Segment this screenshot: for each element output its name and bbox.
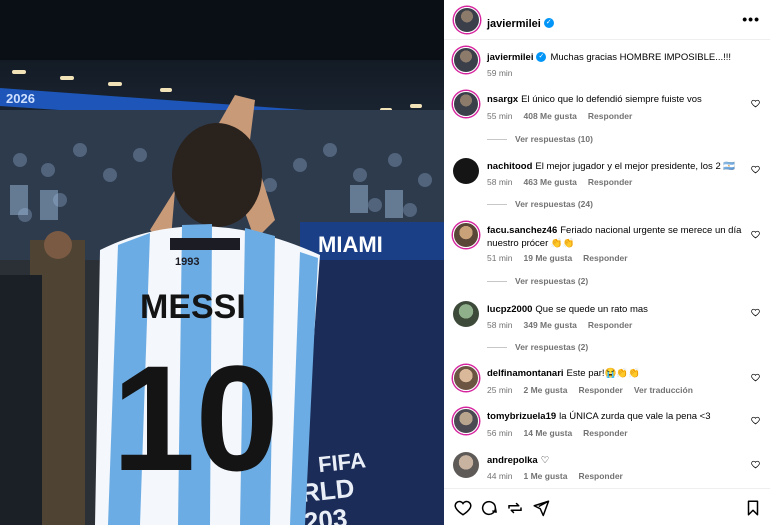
comment-body: nsargx El único que lo defendió siempre f… [487, 93, 745, 106]
comment-username[interactable]: facu.sanchez46 [487, 225, 557, 236]
comment-username[interactable]: andrepolka [487, 455, 538, 466]
reply-button[interactable]: Responder [588, 177, 632, 187]
more-options-icon[interactable]: ••• [742, 11, 760, 27]
reply-button[interactable]: Responder [588, 111, 632, 121]
post-header: javiermilei ✓ ••• [444, 0, 770, 40]
floor-text-3: 203 [303, 503, 349, 525]
reply-button[interactable]: Responder [578, 471, 622, 481]
comment-likes[interactable]: 349 Me gusta [524, 320, 577, 330]
bookmark-icon[interactable] [744, 499, 762, 517]
comment-body: tomybrizuela19 la ÚNICA zurda que vale la… [487, 410, 745, 423]
view-replies-button[interactable]: Ver respuestas (24) [487, 199, 593, 209]
comment-likes[interactable]: 14 Me gusta [524, 428, 573, 438]
comment-time: 55 min [487, 111, 513, 121]
comment-text: El único que lo defendió siempre fuiste … [521, 94, 702, 105]
post-actions-bar [444, 488, 770, 525]
caption-text: Muchas gracias HOMBRE IMPOSIBLE...!!! [550, 52, 732, 63]
share-icon[interactable] [506, 499, 524, 517]
caption-avatar[interactable] [453, 47, 479, 73]
comment-time: 25 min [487, 385, 513, 395]
comment-text: ♡ [540, 455, 550, 466]
caption-body: javiermilei ✓ Muchas gracias HOMBRE IMPOSI… [487, 51, 745, 64]
jersey-year: 1993 [175, 256, 199, 268]
stadium-sign: MIAMI [318, 232, 383, 257]
comment-text: la ÚNICA zurda que vale la pena <3 [559, 411, 711, 422]
comment-time: 51 min [487, 253, 513, 263]
view-replies-button[interactable]: Ver respuestas (10) [487, 134, 593, 144]
caption-meta: 59 min [487, 68, 524, 78]
comment-text: Que se quede un rato mas [535, 304, 648, 315]
comment-username[interactable]: lucpz2000 [487, 304, 532, 315]
floor-text-1: FIFA [317, 447, 367, 477]
comment-body: andrepolka ♡ [487, 454, 745, 467]
comment-username[interactable]: nsargx [487, 94, 518, 105]
comment-time: 44 min [487, 471, 513, 481]
comment-body: lucpz2000 Que se quede un rato mas [487, 303, 745, 316]
comment-meta: 55 min 408 Me gusta Responder [487, 111, 643, 121]
commenter-avatar[interactable] [453, 408, 479, 434]
comment-meta: 56 min 14 Me gusta Responder [487, 428, 639, 438]
comment-time: 56 min [487, 428, 513, 438]
banner-year: 2026 [6, 91, 35, 106]
comment-body: nachitood El mejor jugador y el mejor pre… [487, 160, 745, 173]
reply-button[interactable]: Responder [588, 320, 632, 330]
commenter-avatar[interactable] [453, 452, 479, 478]
comment-meta: 25 min 2 Me gusta Responder Ver traducción [487, 385, 704, 395]
comment-likes[interactable]: 463 Me gusta [524, 177, 577, 187]
commenter-avatar[interactable] [453, 158, 479, 184]
view-replies-button[interactable]: Ver respuestas (2) [487, 276, 588, 286]
comment-likes[interactable]: 408 Me gusta [524, 111, 577, 121]
messi-celebration-image: 2026 MIAMI FIFA RLD 203 1993 MESSI 10 [0, 0, 444, 525]
caption-time: 59 min [487, 68, 513, 78]
comment-meta: 51 min 19 Me gusta Responder [487, 253, 639, 263]
like-comment-heart-icon[interactable] [751, 308, 760, 317]
verified-badge-icon: ✓ [543, 17, 554, 28]
jersey-number: 10 [112, 334, 279, 502]
comment-text: Este par!😭👏👏 [566, 368, 641, 379]
comment-username[interactable]: nachitood [487, 161, 532, 172]
comment-likes[interactable]: 2 Me gusta [524, 385, 568, 395]
commenter-avatar[interactable] [453, 91, 479, 117]
like-comment-heart-icon[interactable] [751, 460, 760, 469]
heart-icon[interactable] [454, 499, 472, 517]
comment-body: delfinamontanari Este par!😭👏👏 [487, 367, 745, 380]
comment-meta: 58 min 349 Me gusta Responder [487, 320, 643, 330]
like-comment-heart-icon[interactable] [751, 230, 760, 239]
comments-panel: javiermilei ✓ ••• javiermilei ✓ Muchas grac… [444, 0, 770, 525]
reply-button[interactable]: Responder [583, 428, 627, 438]
comment-likes[interactable]: 19 Me gusta [524, 253, 573, 263]
reply-button[interactable]: Responder [583, 253, 627, 263]
like-comment-heart-icon[interactable] [751, 99, 760, 108]
send-icon[interactable] [532, 499, 550, 517]
comment-username[interactable]: tomybrizuela19 [487, 411, 556, 422]
author-username[interactable]: javiermilei [487, 18, 541, 30]
comment-icon[interactable] [480, 499, 498, 517]
comment-likes[interactable]: 1 Me gusta [524, 471, 568, 481]
translate-button[interactable]: Ver traducción [634, 385, 693, 395]
like-comment-heart-icon[interactable] [751, 373, 760, 382]
reply-button[interactable]: Responder [578, 385, 622, 395]
comment-time: 58 min [487, 177, 513, 187]
caption-username[interactable]: javiermilei [487, 52, 533, 63]
comment-username[interactable]: delfinamontanari [487, 368, 564, 379]
comment-meta: 44 min 1 Me gusta Responder [487, 471, 634, 481]
like-comment-heart-icon[interactable] [751, 165, 760, 174]
jersey-name: MESSI [140, 288, 246, 326]
verified-badge-icon: ✓ [536, 52, 547, 63]
comment-meta: 58 min 463 Me gusta Responder [487, 177, 643, 187]
floor-text-2: RLD [299, 473, 355, 508]
commenter-avatar[interactable] [453, 365, 479, 391]
like-comment-heart-icon[interactable] [751, 416, 760, 425]
author-name-row: javiermilei ✓ [487, 14, 554, 32]
commenter-avatar[interactable] [453, 222, 479, 248]
comment-time: 58 min [487, 320, 513, 330]
commenter-avatar[interactable] [453, 301, 479, 327]
comment-body: facu.sanchez46 Feriado nacional urgente s… [487, 224, 745, 250]
post-photo[interactable]: 2026 MIAMI FIFA RLD 203 1993 MESSI 10 [0, 0, 444, 525]
view-replies-button[interactable]: Ver respuestas (2) [487, 342, 588, 352]
comment-text: El mejor jugador y el mejor presidente, … [535, 161, 736, 172]
author-avatar[interactable] [454, 7, 480, 33]
